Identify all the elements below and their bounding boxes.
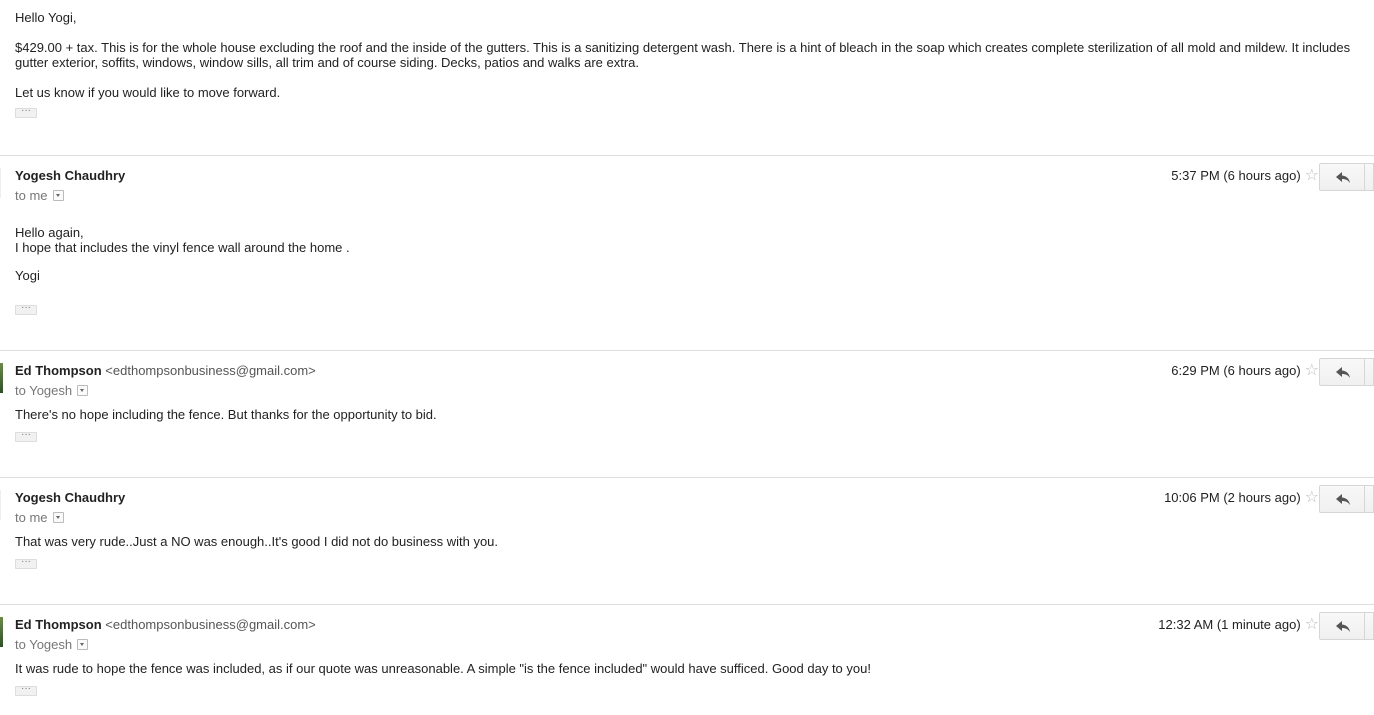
body-line: Yogi (15, 268, 40, 283)
sender-line: Ed Thompson <edthompsonbusiness@gmail.co… (15, 363, 316, 378)
message-card: Ed Thompson <edthompsonbusiness@gmail.co… (0, 605, 1374, 715)
avatar (0, 490, 1, 520)
email-thread: Hello Yogi, $429.00 + tax. This is for t… (0, 0, 1374, 715)
more-options-button[interactable] (1364, 163, 1374, 191)
avatar (0, 617, 3, 647)
reply-icon (1336, 620, 1350, 632)
reply-button[interactable] (1319, 485, 1366, 513)
message-timestamp: 6:29 PM (6 hours ago) (1171, 363, 1301, 378)
message-card: Yogesh Chaudhry to me 10:06 PM (2 hours … (0, 478, 1374, 604)
message-body: It was rude to hope the fence was includ… (15, 661, 871, 676)
star-icon[interactable]: ☆ (1305, 616, 1319, 632)
reply-icon (1336, 171, 1350, 183)
star-icon[interactable]: ☆ (1305, 167, 1319, 183)
message-timestamp: 12:32 AM (1 minute ago) (1158, 617, 1301, 632)
ellipsis-wrap: ··· (15, 432, 37, 450)
recipient-line: to me (15, 510, 64, 525)
message-body: Hello again, I hope that includes the vi… (15, 225, 350, 283)
chevron-down-icon[interactable] (52, 190, 64, 201)
chevron-down-icon[interactable] (52, 512, 64, 523)
ellipsis-wrap: ··· (15, 305, 37, 323)
body-closing: Let us know if you would like to move fo… (15, 85, 281, 100)
sender-line: Yogesh Chaudhry (15, 490, 125, 505)
message-time-area: 10:06 PM (2 hours ago) ☆ (1164, 489, 1319, 505)
body-line: That was very rude..Just a NO was enough… (15, 534, 499, 549)
sender-email: <edthompsonbusiness@gmail.com> (105, 363, 316, 378)
sender-name[interactable]: Ed Thompson (15, 363, 102, 378)
body-line: It was rude to hope the fence was includ… (15, 661, 871, 676)
message-card: Yogesh Chaudhry to me 5:37 PM (6 hours a… (0, 156, 1374, 350)
message-timestamp: 10:06 PM (2 hours ago) (1164, 490, 1301, 505)
message-time-area: 6:29 PM (6 hours ago) ☆ (1171, 362, 1319, 378)
avatar (0, 168, 1, 198)
more-options-button[interactable] (1364, 612, 1374, 640)
recipient-line: to Yogesh (15, 383, 89, 398)
star-icon[interactable]: ☆ (1305, 489, 1319, 505)
reply-button[interactable] (1319, 358, 1366, 386)
recipient-line: to me (15, 188, 64, 203)
show-trimmed-content-button[interactable]: ··· (15, 305, 37, 315)
sender-name[interactable]: Yogesh Chaudhry (15, 490, 125, 505)
show-trimmed-content-button[interactable]: ··· (15, 432, 37, 442)
recipient-text: to Yogesh (15, 383, 73, 398)
reply-icon (1336, 493, 1350, 505)
more-options-button[interactable] (1364, 485, 1374, 513)
chevron-down-icon[interactable] (77, 639, 89, 650)
sender-line: Ed Thompson <edthompsonbusiness@gmail.co… (15, 617, 316, 632)
message-timestamp: 5:37 PM (6 hours ago) (1171, 168, 1301, 183)
message-body: That was very rude..Just a NO was enough… (15, 534, 498, 549)
recipient-text: to me (15, 188, 48, 203)
recipient-text: to me (15, 510, 48, 525)
body-paragraph: $429.00 + tax. This is for the whole hou… (15, 40, 1351, 70)
sender-line: Yogesh Chaudhry (15, 168, 125, 183)
star-icon[interactable]: ☆ (1305, 362, 1319, 378)
recipient-text: to Yogesh (15, 637, 73, 652)
body-greeting: Hello Yogi, (15, 10, 77, 25)
reply-icon (1336, 366, 1350, 378)
body-line-blank (15, 255, 350, 268)
chevron-down-icon[interactable] (77, 385, 89, 396)
message-body-first: Hello Yogi, $429.00 + tax. This is for t… (15, 10, 1367, 123)
show-trimmed-content-button[interactable]: ··· (15, 686, 37, 696)
message-body: There's no hope including the fence. But… (15, 407, 437, 422)
recipient-line: to Yogesh (15, 637, 89, 652)
show-trimmed-content-button[interactable]: ··· (15, 108, 37, 118)
reply-button[interactable] (1319, 163, 1366, 191)
more-options-button[interactable] (1364, 358, 1374, 386)
avatar (0, 363, 3, 393)
sender-name[interactable]: Ed Thompson (15, 617, 102, 632)
show-trimmed-content-button[interactable]: ··· (15, 559, 37, 569)
message-card: Ed Thompson <edthompsonbusiness@gmail.co… (0, 351, 1374, 477)
message-time-area: 12:32 AM (1 minute ago) ☆ (1158, 616, 1319, 632)
message-time-area: 5:37 PM (6 hours ago) ☆ (1171, 167, 1319, 183)
sender-name[interactable]: Yogesh Chaudhry (15, 168, 125, 183)
reply-button[interactable] (1319, 612, 1366, 640)
sender-email: <edthompsonbusiness@gmail.com> (105, 617, 316, 632)
ellipsis-wrap: ··· (15, 559, 37, 577)
body-line: Hello again, (15, 225, 84, 240)
body-line: I hope that includes the vinyl fence wal… (15, 240, 350, 255)
ellipsis-wrap: ··· (15, 686, 37, 704)
body-line: There's no hope including the fence. But… (15, 407, 437, 422)
